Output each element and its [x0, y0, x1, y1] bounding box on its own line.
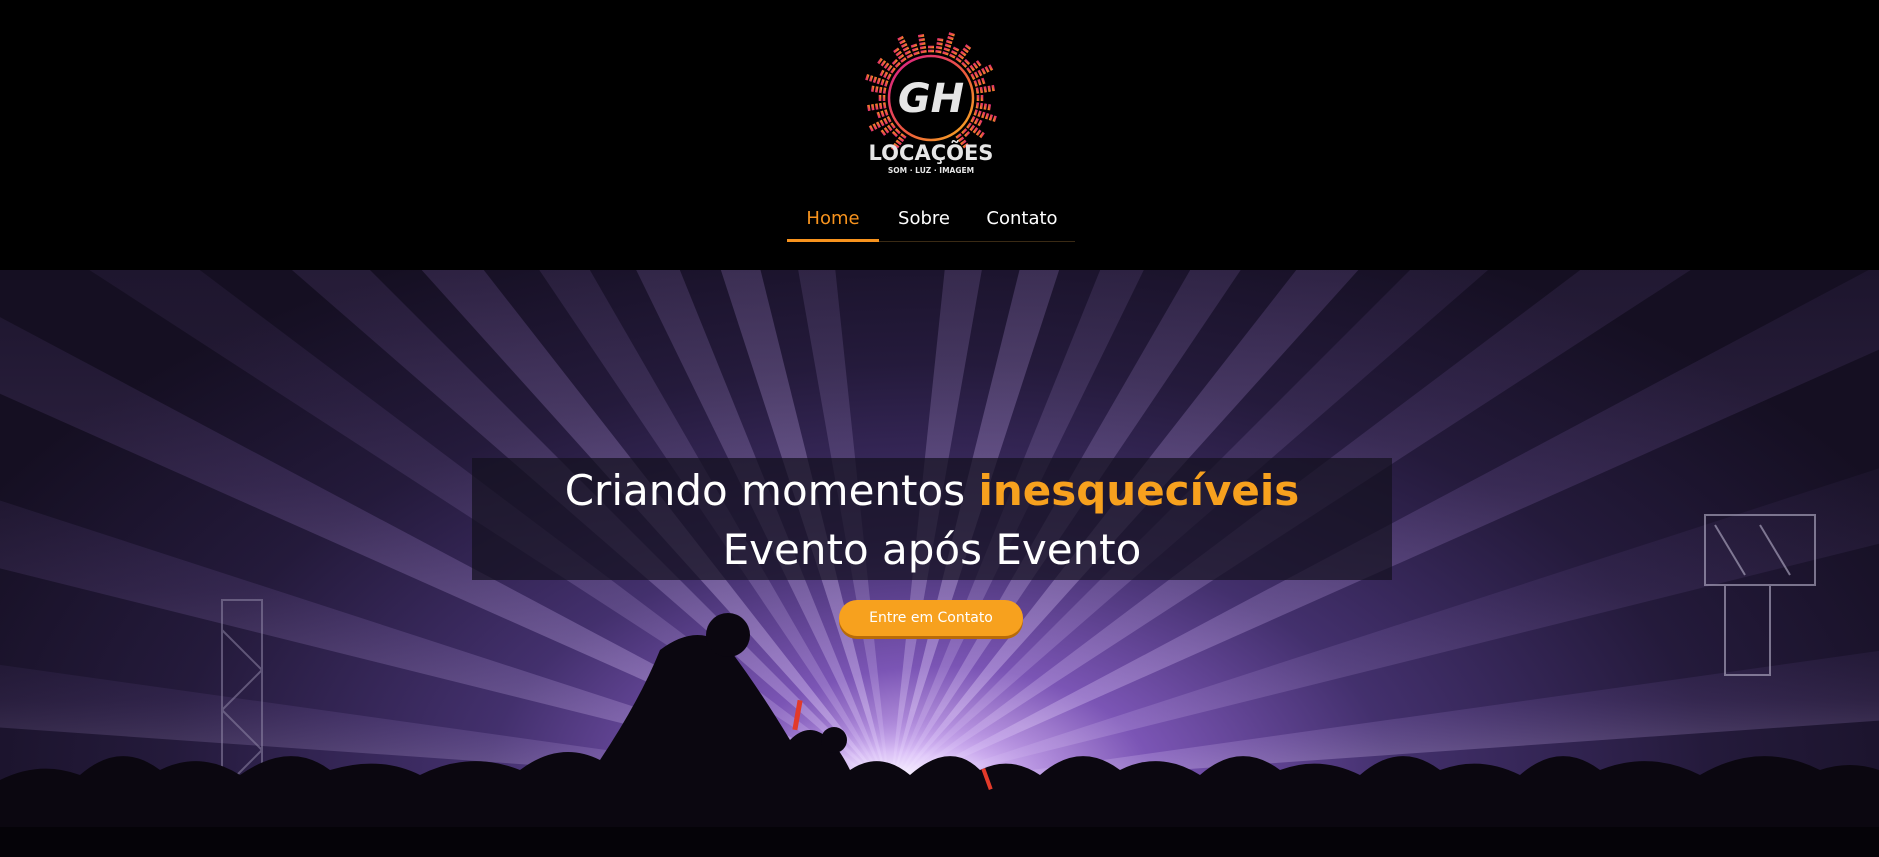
hero-headline-panel: Criando momentos inesquecíveis Evento ap…	[472, 458, 1392, 580]
logo-monogram: GH	[898, 76, 964, 122]
hero-headline: Criando momentos inesquecíveis	[472, 464, 1392, 518]
brand-logo[interactable]: GH LOCAÇÕES SOM · LUZ · IMAGEM	[854, 18, 1010, 180]
nav-item-contato[interactable]: Contato	[969, 200, 1075, 241]
hero-headline-highlight: inesquecíveis	[978, 466, 1300, 515]
nav-item-label: Sobre	[898, 208, 950, 229]
site-header: GH LOCAÇÕES SOM · LUZ · IMAGEM Home Sobr…	[0, 0, 1879, 270]
page-bottom-strip	[0, 827, 1879, 857]
main-nav: Home Sobre Contato	[787, 200, 1075, 242]
nav-item-label: Contato	[986, 208, 1058, 229]
hero-subheadline: Evento após Evento	[722, 525, 1142, 574]
contact-cta-button[interactable]: Entre em Contato	[839, 600, 1023, 636]
hero-section: Criando momentos inesquecíveis Evento ap…	[0, 270, 1879, 827]
nav-item-sobre[interactable]: Sobre	[879, 200, 969, 241]
nav-item-label: Home	[806, 208, 860, 229]
logo-emblem-icon: GH LOCAÇÕES SOM · LUZ · IMAGEM	[865, 32, 997, 175]
nav-item-home[interactable]: Home	[787, 200, 879, 242]
hero-headline-prefix: Criando momentos	[564, 466, 979, 515]
page: GH LOCAÇÕES SOM · LUZ · IMAGEM Home Sobr…	[0, 0, 1879, 857]
logo-name: LOCAÇÕES	[869, 140, 994, 165]
logo-tagline: SOM · LUZ · IMAGEM	[888, 166, 974, 175]
